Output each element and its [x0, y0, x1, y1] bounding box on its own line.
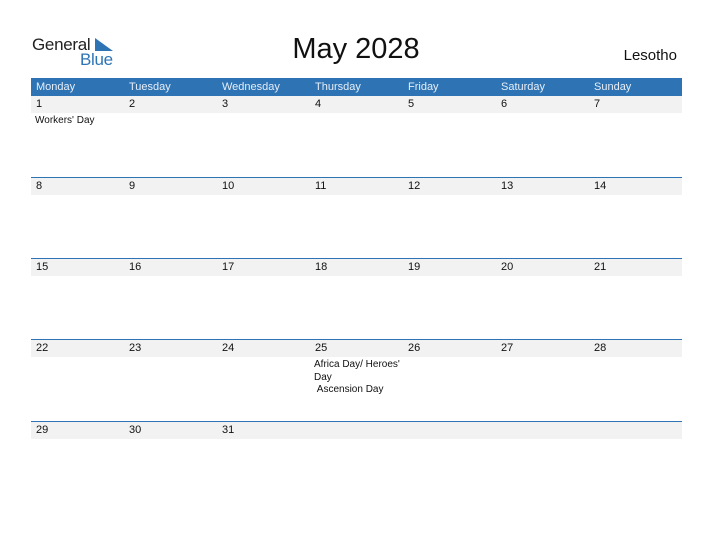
day-cell [403, 422, 496, 503]
day-cell: 17 [217, 259, 310, 340]
day-cell: 19 [403, 259, 496, 340]
day-cell: 28 [589, 340, 682, 421]
holiday-label: Ascension Day [314, 384, 384, 395]
day-number: 22 [36, 342, 49, 354]
day-number: 16 [129, 261, 142, 273]
day-number: 20 [501, 261, 514, 273]
day-number: 7 [594, 98, 601, 110]
day-cell: 18 [310, 259, 403, 340]
weekday-header: Monday Tuesday Wednesday Thursday Friday Satu… [31, 78, 682, 96]
day-number: 4 [315, 98, 322, 110]
day-cell: 9 [124, 178, 217, 259]
day-cell [496, 422, 589, 503]
weekday-sunday: Sunday [594, 81, 632, 93]
day-cell: 23 [124, 340, 217, 421]
day-number: 27 [501, 342, 514, 354]
day-cell [589, 422, 682, 503]
day-cell: 3 [217, 96, 310, 177]
weekday-tuesday: Tuesday [129, 81, 171, 93]
day-cell: 12 [403, 178, 496, 259]
day-number: 3 [222, 98, 229, 110]
day-cell: 27 [496, 340, 589, 421]
day-cell: 16 [124, 259, 217, 340]
day-cell: 25 Africa Day/ Heroes' Day Ascension Day [310, 340, 403, 421]
day-number: 31 [222, 423, 235, 436]
day-number: 28 [594, 342, 607, 354]
weekday-monday: Monday [36, 81, 76, 93]
day-cell: 29 [31, 422, 124, 503]
holiday-list: Africa Day/ Heroes' Day Ascension Day [314, 359, 402, 397]
day-number: 1 [36, 98, 43, 110]
day-cell: 26 [403, 340, 496, 421]
day-cell: 5 [403, 96, 496, 177]
day-number: 9 [129, 179, 136, 192]
day-cell: 6 [496, 96, 589, 177]
day-number: 23 [129, 342, 142, 354]
country-label: Lesotho [623, 47, 677, 64]
day-number: 6 [501, 98, 508, 110]
day-cell: 22 [31, 340, 124, 421]
day-number: 15 [36, 261, 49, 273]
day-number: 5 [408, 98, 415, 110]
day-cell: 2 [124, 96, 217, 177]
weekday-thursday: Thursday [315, 81, 361, 93]
day-number: 8 [36, 179, 43, 192]
day-number: 11 [315, 179, 327, 192]
weekday-friday: Friday [408, 81, 439, 93]
weekday-saturday: Saturday [501, 81, 546, 93]
day-cell: 31 [217, 422, 310, 503]
day-cell: 4 [310, 96, 403, 177]
day-number: 29 [36, 423, 49, 436]
day-number: 26 [408, 342, 421, 354]
day-cell: 24 [217, 340, 310, 421]
day-cell: 1 Workers' Day [31, 96, 124, 177]
day-number: 10 [222, 179, 235, 192]
day-cell: 8 [31, 178, 124, 259]
holiday-label: Africa Day/ Heroes' Day [314, 359, 403, 383]
day-number: 25 [315, 342, 328, 354]
week-row: 22 23 24 25 Africa Day/ Heroes' Day Ascensio… [31, 339, 682, 421]
week-row: 29 30 31 [31, 420, 682, 503]
day-number: 13 [501, 179, 514, 192]
weekday-wednesday: Wednesday [222, 81, 280, 93]
day-cell: 20 [496, 259, 589, 340]
day-number: 17 [222, 261, 235, 273]
holiday-label: Workers' Day [35, 115, 95, 126]
day-cell: 13 [496, 178, 589, 259]
week-row: 8 9 10 11 12 13 14 [31, 176, 682, 259]
day-cell: 11 [310, 178, 403, 259]
holiday-list: Workers' Day [35, 115, 123, 128]
day-number: 18 [315, 261, 328, 273]
day-cell: 14 [589, 178, 682, 259]
day-number: 12 [408, 179, 421, 192]
day-number: 21 [594, 261, 607, 273]
day-cell: 10 [217, 178, 310, 259]
week-row: 15 16 17 18 19 20 21 [31, 258, 682, 340]
day-cell: 21 [589, 259, 682, 340]
day-number: 19 [408, 261, 421, 273]
day-number: 2 [129, 98, 136, 110]
day-number: 30 [129, 423, 142, 436]
day-cell [310, 422, 403, 503]
day-number: 24 [222, 342, 235, 354]
day-number: 14 [594, 179, 607, 192]
day-cell: 30 [124, 422, 217, 503]
day-cell: 7 [589, 96, 682, 177]
day-cell: 15 [31, 259, 124, 340]
page-title: May 2028 [292, 33, 420, 65]
week-row: 1 Workers' Day 2 3 4 5 6 7 [31, 96, 682, 177]
